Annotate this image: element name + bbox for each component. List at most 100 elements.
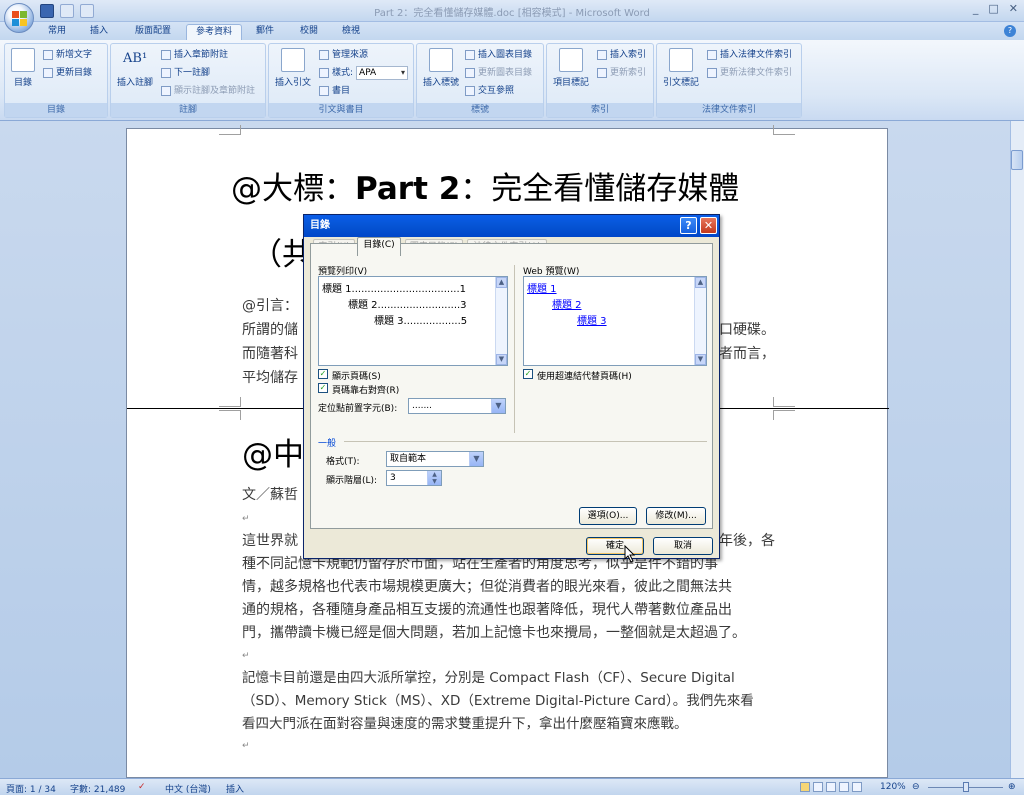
tab-leader-select[interactable]: ....... ▼ xyxy=(408,398,506,414)
scrollbar-thumb[interactable] xyxy=(1011,150,1023,170)
update-table-label: 更新圖表目錄 xyxy=(478,68,533,78)
toc-group-label: 目錄 xyxy=(5,103,107,117)
tab-toc[interactable]: 目錄(C) xyxy=(357,237,401,256)
help-button[interactable]: ? xyxy=(680,217,697,234)
tab-mailings[interactable]: 郵件 xyxy=(250,24,280,40)
captions-group-label: 標號 xyxy=(417,103,543,117)
show-notes-icon xyxy=(161,86,171,96)
insert-caption-button[interactable]: 插入標號 xyxy=(421,48,461,88)
dialog-close-button[interactable]: ✕ xyxy=(700,217,717,234)
insert-mode[interactable]: 插入 xyxy=(226,782,244,795)
web-entry-3[interactable]: 標題 3 xyxy=(577,312,607,327)
bibliography-button[interactable]: 書目 xyxy=(319,84,350,98)
insert-caption-label: 插入標號 xyxy=(422,78,459,88)
cross-reference-button[interactable]: 交互參照 xyxy=(465,84,514,98)
tab-insert[interactable]: 插入 xyxy=(82,24,116,40)
web-entry-2[interactable]: 標題 2 xyxy=(552,296,582,311)
help-icon[interactable]: ? xyxy=(1004,25,1016,37)
proofing-icon[interactable]: ✓ xyxy=(138,782,146,792)
close-button[interactable]: ✕ xyxy=(1009,2,1018,15)
zoom-slider-thumb[interactable] xyxy=(963,782,969,792)
web-preview-scrollbar[interactable]: ▲ ▼ xyxy=(694,277,706,365)
update-table-button[interactable]: 更新圖表目錄 xyxy=(465,66,532,80)
update-table-icon xyxy=(465,68,475,78)
spinner-icon[interactable]: ▲ ▼ xyxy=(427,471,441,485)
insert-citation-label: 插入引文 xyxy=(274,78,311,88)
add-text-button[interactable]: 新增文字 xyxy=(43,48,92,62)
office-button[interactable] xyxy=(4,3,34,33)
mark-entry-icon xyxy=(559,48,583,72)
mark-entry-button[interactable]: 項目標記 xyxy=(551,48,591,88)
zoom-in-icon[interactable]: ⊕ xyxy=(1008,782,1016,792)
style-control: 樣式: APA xyxy=(319,66,409,80)
dialog-title: 目錄 xyxy=(310,220,330,231)
update-toc-button[interactable]: 更新目錄 xyxy=(43,66,92,80)
zoom-out-icon[interactable]: ⊖ xyxy=(912,782,920,792)
heading-1: @大標：Part 2：完全看懂儲存媒體 xyxy=(231,163,739,208)
citation-icon xyxy=(281,48,305,72)
minimize-button[interactable]: _ xyxy=(973,2,979,15)
insert-endnote-label: 插入章節附註 xyxy=(174,50,229,60)
paragraph-mark: ↵ xyxy=(242,651,250,661)
use-hyperlinks-checkbox[interactable]: ✓ xyxy=(523,369,533,379)
scroll-up-icon[interactable]: ▲ xyxy=(496,277,507,288)
general-section-label: 一般 xyxy=(318,439,337,449)
citation-style-select[interactable]: APA xyxy=(356,66,409,80)
endnote-icon xyxy=(161,50,171,60)
scroll-down-icon[interactable]: ▼ xyxy=(695,354,706,365)
outline-icon[interactable] xyxy=(839,782,849,792)
insert-footnote-button[interactable]: AB¹ 插入註腳 xyxy=(115,48,155,88)
vertical-scrollbar[interactable] xyxy=(1010,121,1024,778)
insert-endnote-button[interactable]: 插入章節附註 xyxy=(161,48,228,62)
web-entry-1[interactable]: 標題 1 xyxy=(527,280,557,295)
maximize-button[interactable]: □ xyxy=(988,2,998,15)
language-indicator[interactable]: 中文 (台灣) xyxy=(165,782,211,795)
web-layout-icon[interactable] xyxy=(826,782,836,792)
page-count[interactable]: 頁面: 1 / 34 xyxy=(6,782,56,795)
scroll-down-icon[interactable]: ▼ xyxy=(496,354,507,365)
options-button[interactable]: 選項(O)... xyxy=(579,507,637,525)
tab-home[interactable]: 常用 xyxy=(40,24,74,40)
status-bar: 頁面: 1 / 34 字數: 21,489 ✓ 中文 (台灣) 插入 120% … xyxy=(0,778,1024,795)
insert-toa-button[interactable]: 插入法律文件索引 xyxy=(707,48,792,62)
authorities-group-label: 法律文件索引 xyxy=(657,103,801,117)
crop-mark xyxy=(219,397,241,407)
tab-review[interactable]: 校閱 xyxy=(292,24,326,40)
toc-button[interactable]: 目錄 xyxy=(9,48,37,88)
insert-toa-label: 插入法律文件索引 xyxy=(720,50,793,60)
word-count[interactable]: 字數: 21,489 xyxy=(70,782,125,795)
modify-button[interactable]: 修改(M)... xyxy=(646,507,706,525)
insert-index-button[interactable]: 插入索引 xyxy=(597,48,646,62)
draft-icon[interactable] xyxy=(852,782,862,792)
levels-stepper[interactable]: 3 ▲ ▼ xyxy=(386,470,442,486)
style-label: 樣式: xyxy=(332,68,354,78)
para1-line-3: 情，越多規格也代表市場規模更廣大；但從消費者的眼光來看，彼此之間無法共 xyxy=(242,579,732,595)
show-page-numbers-checkbox[interactable]: ✓ xyxy=(318,369,328,379)
scroll-up-icon[interactable]: ▲ xyxy=(695,277,706,288)
format-select[interactable]: 取自範本 ▼ xyxy=(386,451,484,467)
zoom-level[interactable]: 120% xyxy=(880,782,906,792)
print-layout-icon[interactable] xyxy=(800,782,810,792)
show-notes-button[interactable]: 顯示註腳及章節附註 xyxy=(161,84,255,98)
update-toa-button[interactable]: 更新法律文件索引 xyxy=(707,66,792,80)
tab-references[interactable]: 參考資料 xyxy=(186,24,242,40)
intro-label: @引言： xyxy=(242,298,298,314)
full-screen-reading-icon[interactable] xyxy=(813,782,823,792)
tab-layout[interactable]: 版面配置 xyxy=(128,24,178,40)
crop-mark xyxy=(773,410,795,420)
insert-table-of-figures-button[interactable]: 插入圖表目錄 xyxy=(465,48,532,62)
para2-line-3: 看四大門派在面對容量與速度的需求雙重提升下，拿出什麼壓箱寶來應戰。 xyxy=(242,716,688,732)
para1-line-1-end: 年後，各 xyxy=(719,533,775,549)
insert-citation-button[interactable]: 插入引文 xyxy=(273,48,313,88)
tab-view[interactable]: 檢視 xyxy=(334,24,368,40)
next-footnote-button[interactable]: 下一註腳 xyxy=(161,66,210,80)
manage-sources-button[interactable]: 管理來源 xyxy=(319,48,368,62)
insert-footnote-label: 插入註腳 xyxy=(116,78,153,88)
print-preview-scrollbar[interactable]: ▲ ▼ xyxy=(495,277,507,365)
insert-toa-icon xyxy=(707,50,717,60)
mark-citation-button[interactable]: 引文標記 xyxy=(661,48,701,88)
dropdown-arrow-icon: ▼ xyxy=(469,452,483,466)
right-align-checkbox[interactable]: ✓ xyxy=(318,383,328,393)
cancel-button[interactable]: 取消 xyxy=(653,537,713,555)
update-index-button[interactable]: 更新索引 xyxy=(597,66,646,80)
